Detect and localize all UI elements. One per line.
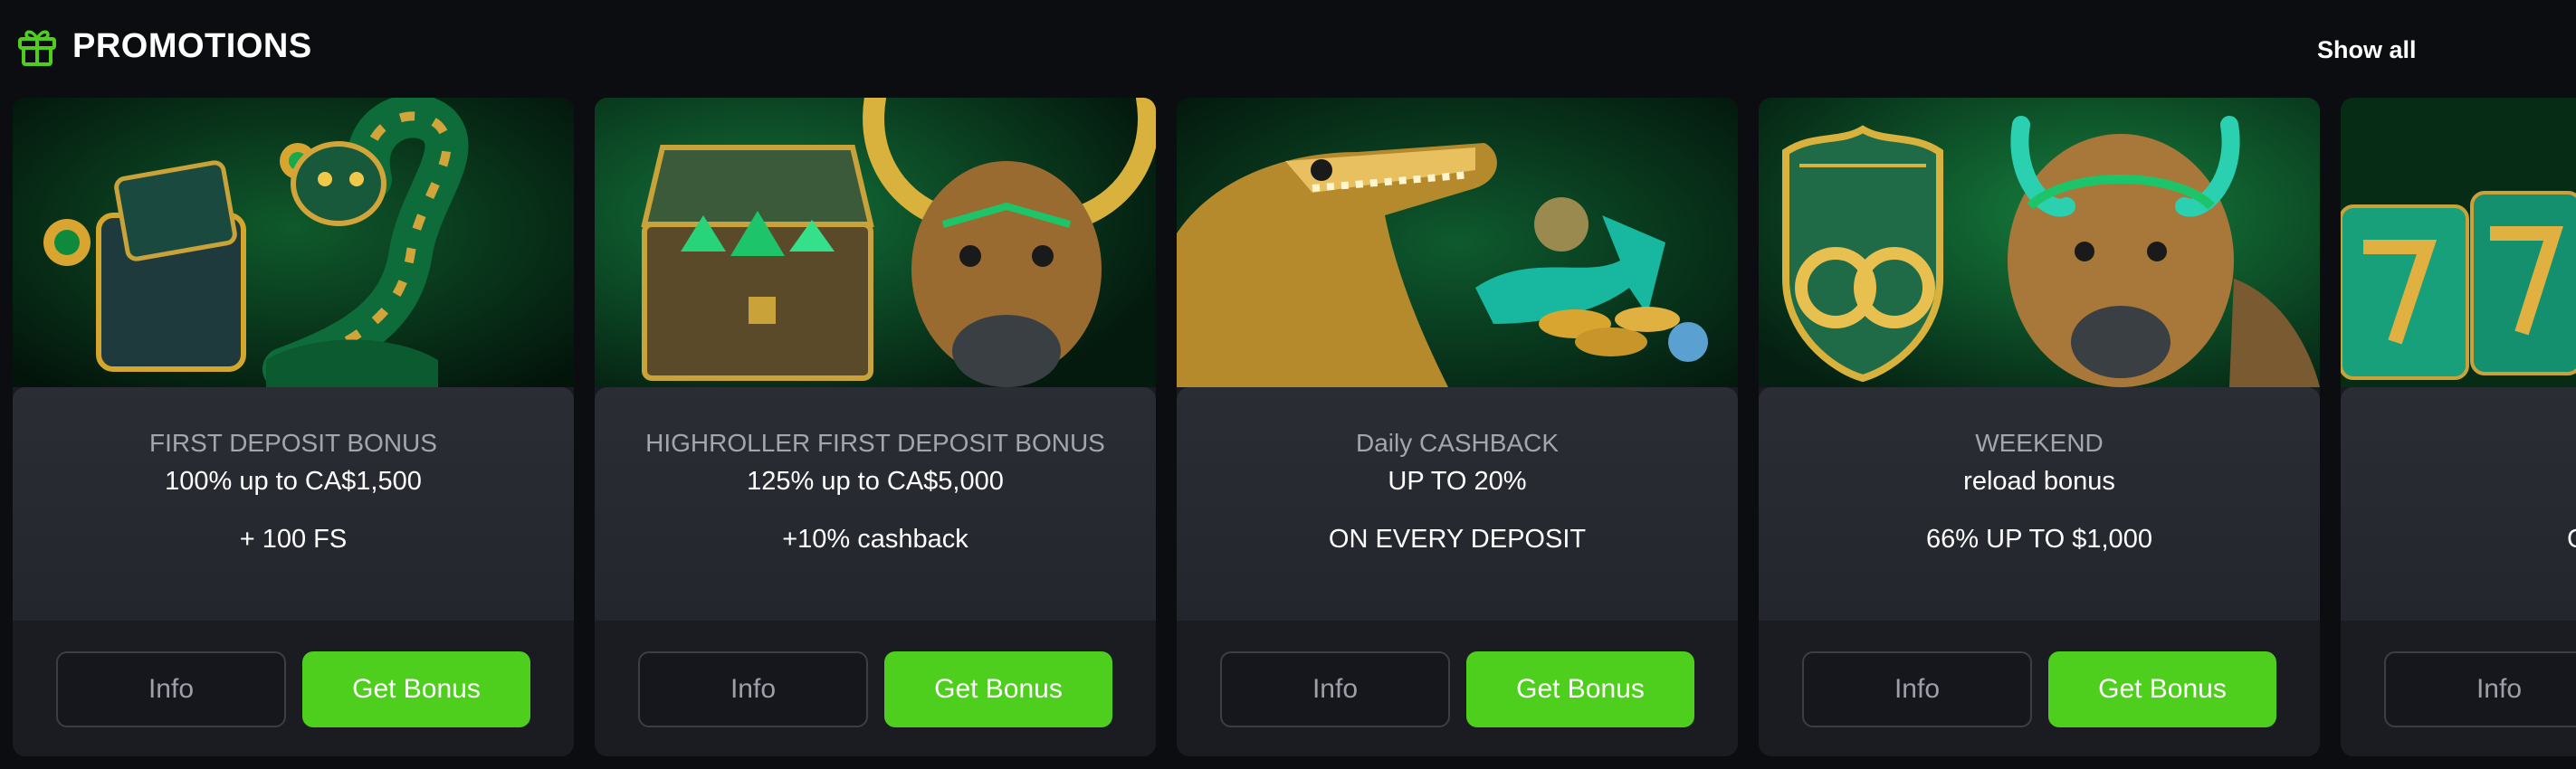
promo-card-partial: WE FR GET U Info <box>2341 98 2576 756</box>
promo-card-body: WEEKEND reload bonus 66% UP TO $1,000 <box>1759 387 2320 621</box>
promo-card-highroller: HIGHROLLER FIRST DEPOSIT BONUS 125% up t… <box>595 98 1156 756</box>
promo-extra: + 100 FS <box>239 525 348 554</box>
get-bonus-button[interactable]: Get Bonus <box>302 651 530 727</box>
promo-card-actions: Info Get Bonus <box>13 621 574 756</box>
promo-card-actions: Info Get Bonus <box>595 621 1156 756</box>
promo-title: WE <box>2341 427 2576 460</box>
promo-card-actions: Info Get Bonus <box>1759 621 2320 756</box>
promotions-carousel: FIRST DEPOSIT BONUS 100% up to CA$1,500 … <box>13 98 2576 758</box>
promo-card-body: Daily CASHBACK UP TO 20% ON EVERY DEPOSI… <box>1177 387 1738 621</box>
get-bonus-button[interactable]: Get Bonus <box>2048 651 2276 727</box>
promo-card-body: FIRST DEPOSIT BONUS 100% up to CA$1,500 … <box>13 387 574 621</box>
get-bonus-button[interactable]: Get Bonus <box>884 651 1112 727</box>
promo-offer: 125% up to CA$5,000 <box>747 467 1004 496</box>
show-all-link[interactable]: Show all <box>2317 34 2417 65</box>
info-button[interactable]: Info <box>56 651 286 727</box>
page-title: PROMOTIONS <box>72 27 312 65</box>
promo-extra: ON EVERY DEPOSIT <box>1328 525 1587 554</box>
info-button[interactable]: Info <box>1802 651 2032 727</box>
promo-title: Daily CASHBACK <box>1355 429 1560 457</box>
gift-icon <box>16 25 58 67</box>
get-bonus-button[interactable]: Get Bonus <box>1466 651 1694 727</box>
promo-card-weekend-reload: WEEKEND reload bonus 66% UP TO $1,000 In… <box>1759 98 2320 756</box>
info-button[interactable]: Info <box>2384 651 2576 727</box>
promo-offer: 100% up to CA$1,500 <box>165 467 422 496</box>
promo-extra: GET U <box>2341 523 2576 555</box>
promo-card-actions: Info <box>2341 621 2576 756</box>
promo-title: WEEKEND <box>1975 429 2104 457</box>
snake-treasure-illustration <box>13 98 574 387</box>
bull-treasure-chest-illustration <box>595 98 1156 387</box>
promo-card-first-deposit: FIRST DEPOSIT BONUS 100% up to CA$1,500 … <box>13 98 574 756</box>
crocodile-coins-illustration <box>1177 98 1738 387</box>
lucky-sevens-illustration <box>2341 98 2576 387</box>
info-button[interactable]: Info <box>1220 651 1450 727</box>
promotions-header: PROMOTIONS Show all <box>0 0 2576 94</box>
promo-offer: FR <box>2341 465 2576 498</box>
promo-extra: 66% UP TO $1,000 <box>1926 525 2152 554</box>
promo-card-body: WE FR GET U <box>2341 387 2576 621</box>
bison-route-66-illustration <box>1759 98 2320 387</box>
promo-card-body: HIGHROLLER FIRST DEPOSIT BONUS 125% up t… <box>595 387 1156 621</box>
promo-card-actions: Info Get Bonus <box>1177 621 1738 756</box>
promo-offer: UP TO 20% <box>1388 467 1527 496</box>
promo-card-daily-cashback: Daily CASHBACK UP TO 20% ON EVERY DEPOSI… <box>1177 98 1738 756</box>
info-button[interactable]: Info <box>638 651 868 727</box>
promo-extra: +10% cashback <box>782 525 968 554</box>
promo-title: FIRST DEPOSIT BONUS <box>149 429 437 457</box>
promo-title: HIGHROLLER FIRST DEPOSIT BONUS <box>645 429 1105 457</box>
promo-offer: reload bonus <box>1963 467 2115 496</box>
